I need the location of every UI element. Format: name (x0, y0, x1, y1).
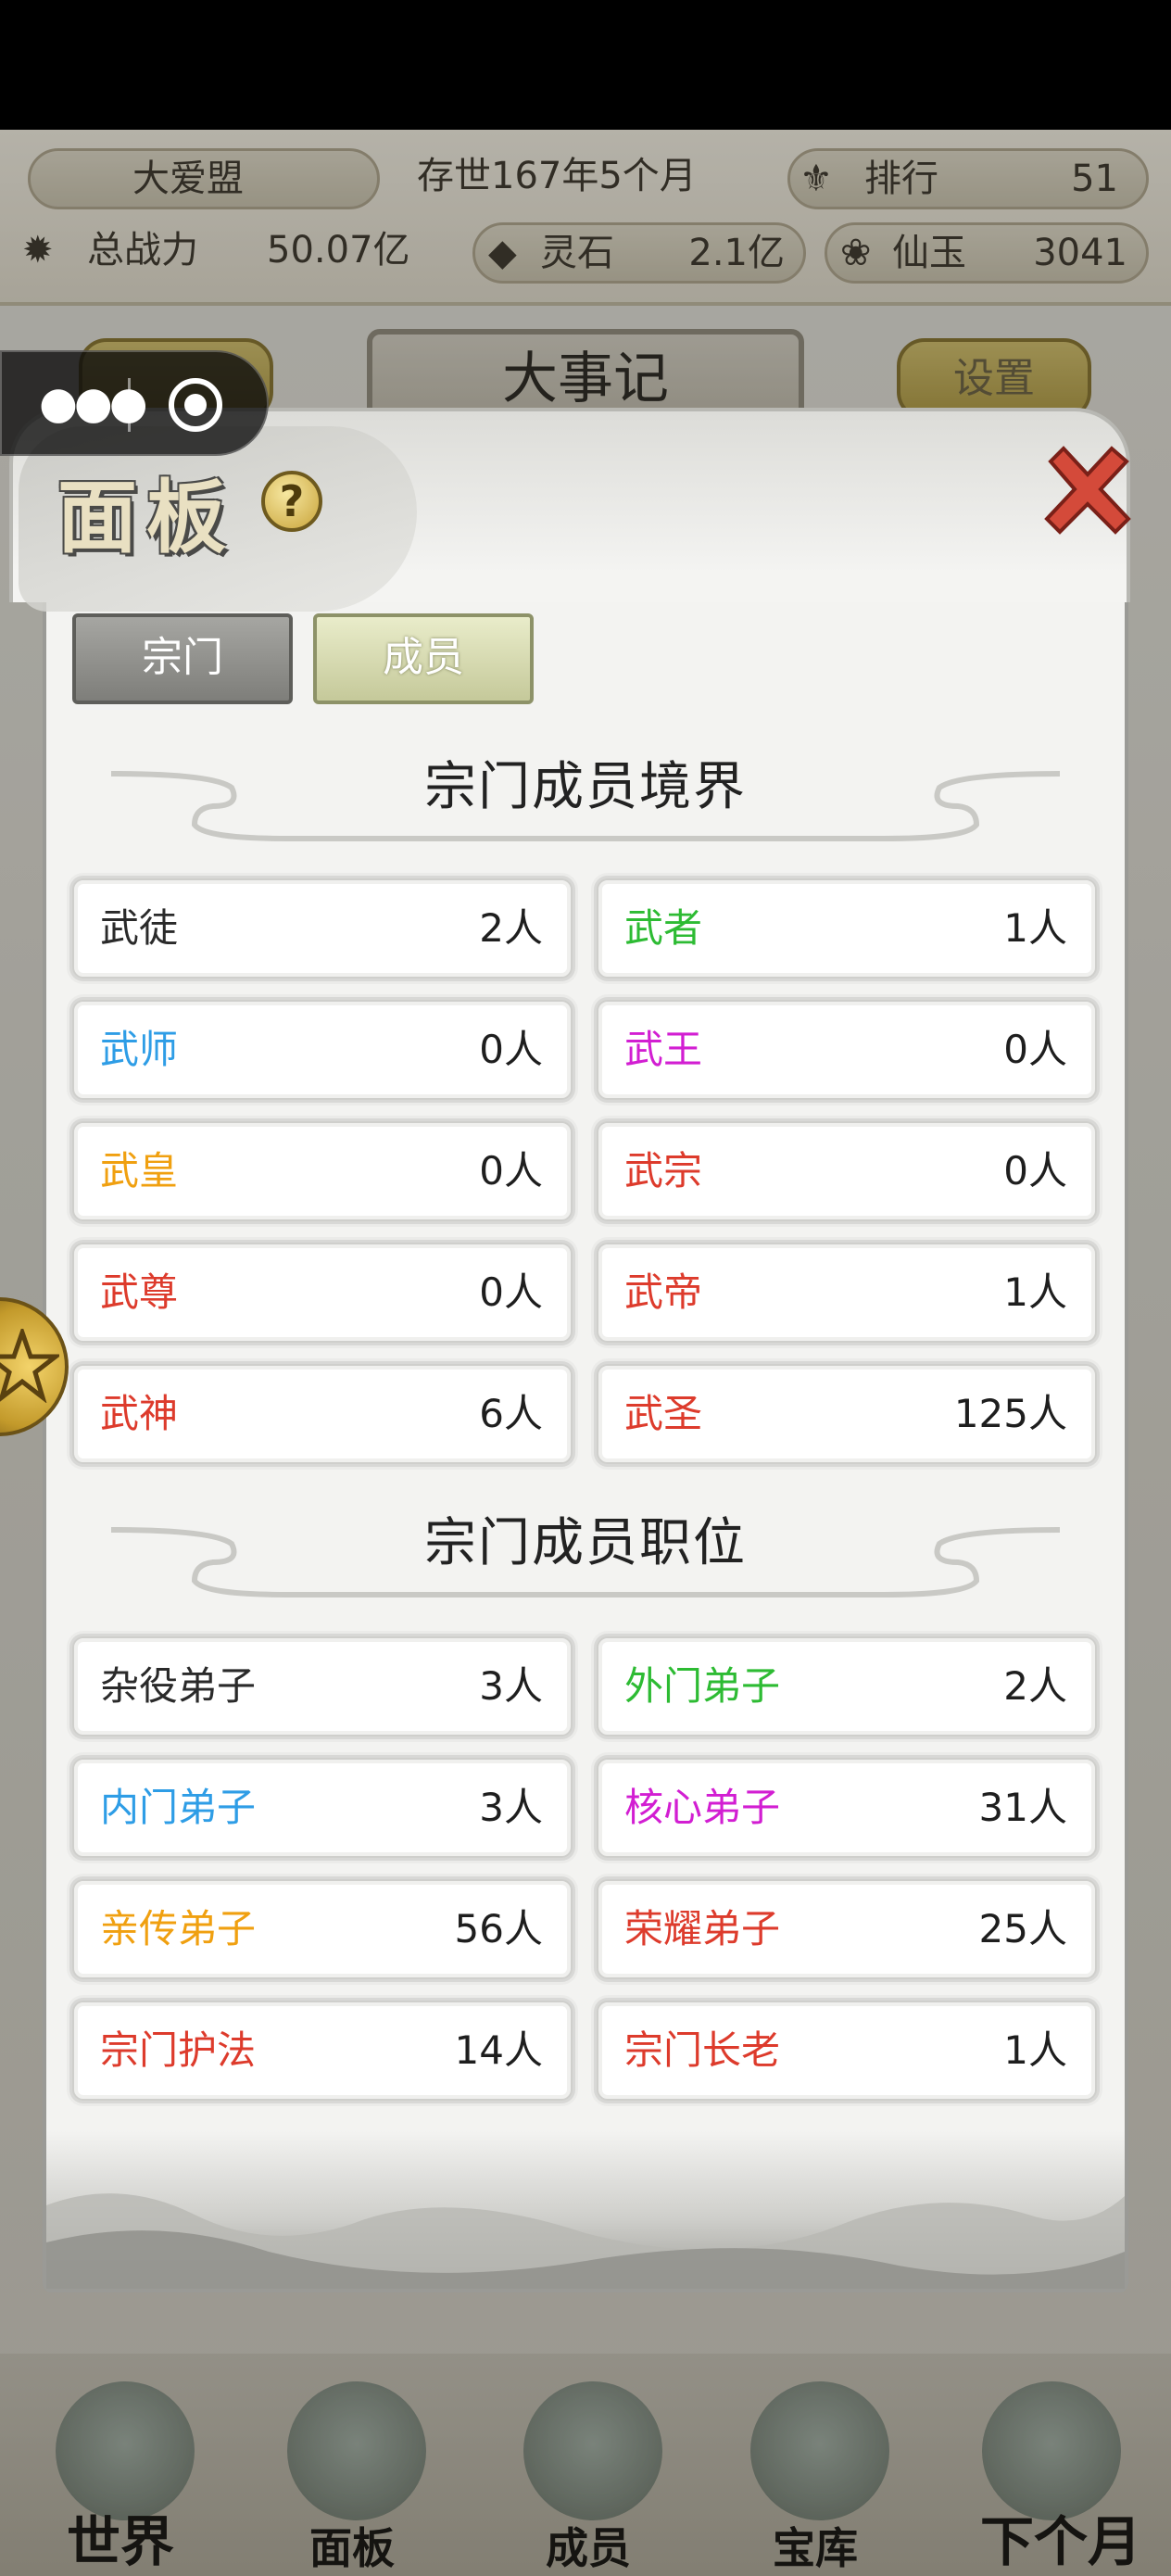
realm-name: 武徒 (100, 905, 179, 951)
realm-section-title: 宗门成员境界 (424, 757, 747, 817)
position-section-title: 宗门成员职位 (424, 1513, 747, 1573)
realm-count: 2人 (479, 905, 543, 951)
realm-count: 0人 (1003, 1027, 1067, 1072)
realm-card: 武王 0人 (597, 1000, 1097, 1100)
position-name: 宗门护法 (100, 2027, 257, 2073)
realm-count: 0人 (1003, 1148, 1067, 1193)
realm-card: 武师 0人 (72, 1000, 573, 1100)
realm-name: 武帝 (624, 1269, 703, 1315)
help-icon[interactable]: ? (261, 471, 322, 532)
tab-sect[interactable]: 宗门 (72, 613, 293, 704)
realm-count: 0人 (479, 1148, 543, 1193)
tab-members[interactable]: 成员 (313, 613, 534, 704)
realm-card: 武尊 0人 (72, 1243, 573, 1343)
realm-card: 武徒 2人 (72, 878, 573, 979)
position-name: 内门弟子 (100, 1785, 257, 1830)
realm-card: 武者 1人 (597, 878, 1097, 979)
position-count: 3人 (479, 1663, 543, 1709)
realm-card: 武帝 1人 (597, 1243, 1097, 1343)
position-count: 31人 (978, 1785, 1067, 1830)
realm-name: 武宗 (624, 1148, 703, 1193)
record-icon[interactable] (169, 378, 222, 432)
position-count: 14人 (454, 2027, 543, 2073)
realm-count: 0人 (479, 1269, 543, 1315)
realm-card: 武神 6人 (72, 1364, 573, 1464)
realm-count: 0人 (479, 1027, 543, 1072)
realm-name: 武神 (100, 1391, 179, 1436)
position-name: 荣耀弟子 (624, 1906, 781, 1951)
position-card: 内门弟子 3人 (72, 1758, 573, 1858)
position-name: 宗门长老 (624, 2027, 781, 2073)
realm-name: 武圣 (624, 1391, 703, 1436)
position-card: 外门弟子 2人 (597, 1636, 1097, 1736)
capsule-divider (128, 378, 131, 432)
realm-card: 武宗 0人 (597, 1121, 1097, 1221)
position-card: 荣耀弟子 25人 (597, 1879, 1097, 1979)
realm-count: 6人 (479, 1391, 543, 1436)
realm-name: 武王 (624, 1027, 703, 1072)
position-name: 亲传弟子 (100, 1906, 257, 1951)
realm-name: 武皇 (100, 1148, 179, 1193)
position-name: 杂役弟子 (100, 1663, 257, 1709)
realm-card: 武圣 125人 (597, 1364, 1097, 1464)
realm-name: 武者 (624, 905, 703, 951)
position-name: 外门弟子 (624, 1663, 781, 1709)
position-card: 宗门护法 14人 (72, 2001, 573, 2101)
panel-footer-wave (46, 2193, 1125, 2289)
position-count: 2人 (1003, 1663, 1067, 1709)
position-count: 3人 (479, 1785, 543, 1830)
position-card: 核心弟子 31人 (597, 1758, 1097, 1858)
panel-title: 面板 (57, 471, 235, 564)
realm-name: 武尊 (100, 1269, 179, 1315)
pentagram-icon (0, 1329, 59, 1403)
realm-count: 1人 (1003, 905, 1067, 951)
realm-count: 1人 (1003, 1269, 1067, 1315)
position-count: 56人 (454, 1906, 543, 1951)
mini-program-capsule: ●●● (0, 350, 269, 456)
realm-card: 武皇 0人 (72, 1121, 573, 1221)
position-count: 1人 (1003, 2027, 1067, 2073)
position-card: 杂役弟子 3人 (72, 1636, 573, 1736)
position-card: 亲传弟子 56人 (72, 1879, 573, 1979)
position-card: 宗门长老 1人 (597, 2001, 1097, 2101)
realm-count: 125人 (953, 1391, 1067, 1436)
position-count: 25人 (978, 1906, 1067, 1951)
close-button[interactable] (1039, 441, 1136, 537)
close-icon (1044, 446, 1131, 535)
realm-name: 武师 (100, 1027, 179, 1072)
position-name: 核心弟子 (624, 1785, 781, 1830)
